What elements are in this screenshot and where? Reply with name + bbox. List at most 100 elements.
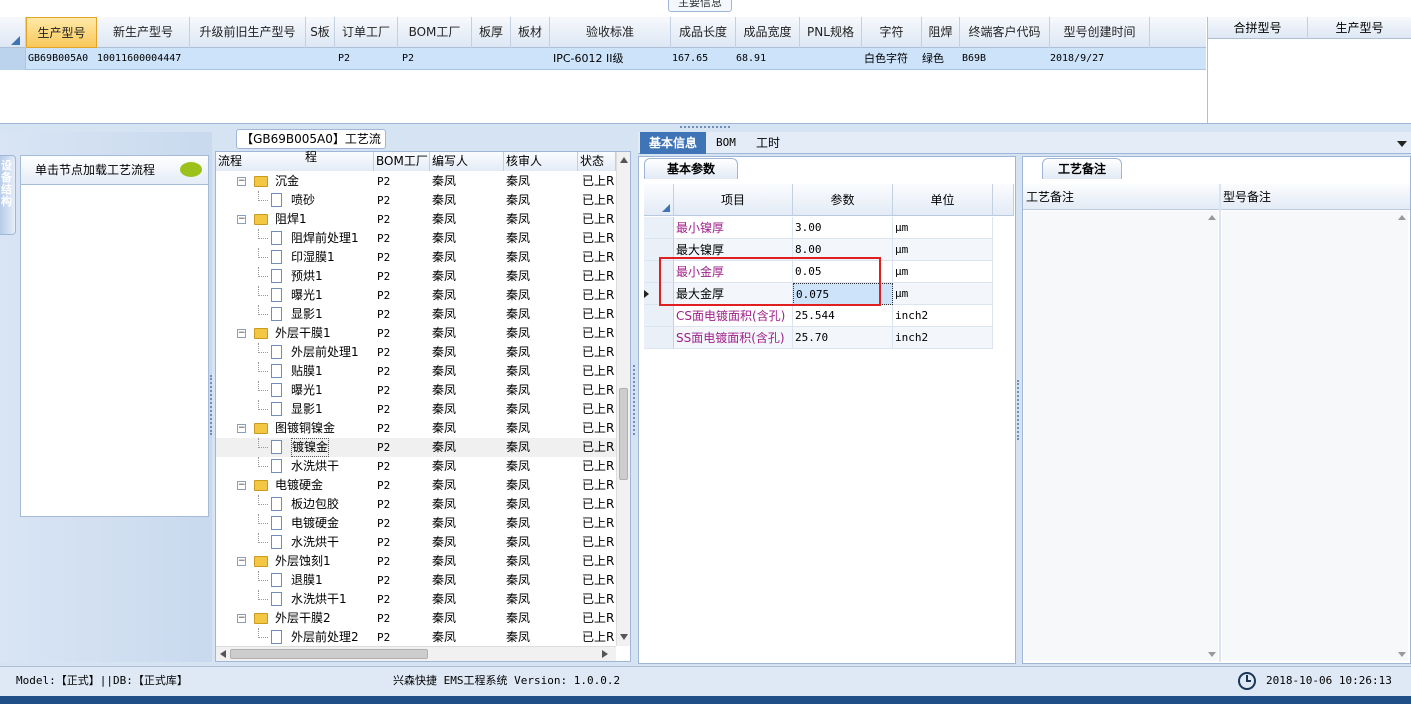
tree-horizontal-scrollbar[interactable] [216, 646, 616, 661]
param-row-selector[interactable] [644, 217, 674, 239]
top-row-cell[interactable]: P2 [402, 48, 414, 70]
collapse-node-icon[interactable]: − [237, 215, 246, 224]
top-row-cell[interactable]: 绿色 [922, 48, 944, 70]
flow-tree-row[interactable]: 水洗烘干 P2 秦凤 秦凤 已上R [216, 457, 616, 476]
param-value[interactable]: 25.70 [793, 327, 893, 349]
model-notes-column[interactable]: 型号备注 [1223, 184, 1403, 210]
top-row-cell[interactable]: GB69B005A0 [28, 48, 88, 70]
flow-tree-row[interactable]: 预烘1 P2 秦凤 秦凤 已上R [216, 267, 616, 286]
model-notes-scroll-down-icon[interactable] [1398, 652, 1406, 657]
top-row-cell[interactable]: 167.65 [672, 48, 708, 70]
top-col-header[interactable]: 新生产型号 [97, 17, 190, 48]
top-row-cell[interactable]: 白色字符 [864, 48, 908, 70]
top-col-header[interactable]: 验收标准 [550, 17, 671, 48]
collapse-node-icon[interactable]: − [237, 614, 246, 623]
process-notes-column[interactable]: 工艺备注 [1026, 184, 1216, 210]
collapse-node-icon[interactable]: − [237, 424, 246, 433]
subtab-basic-params[interactable]: 基本参数 [644, 158, 738, 179]
flow-tree-row[interactable]: 电镀硬金 P2 秦凤 秦凤 已上R [216, 514, 616, 533]
flow-tree-row[interactable]: − 图镀铜镍金 P2 秦凤 秦凤 已上R [216, 419, 616, 438]
top-col-header[interactable]: 板材 [511, 17, 550, 48]
notes-scroll-up-icon[interactable] [1208, 215, 1216, 220]
flow-tree-row[interactable]: 显影1 P2 秦凤 秦凤 已上R [216, 305, 616, 324]
flow-col-header[interactable]: 核审人 [504, 152, 578, 171]
top-col-header[interactable]: 成品宽度 [736, 17, 800, 48]
tab-bom[interactable]: BOM [716, 132, 736, 154]
production-model-column[interactable]: 生产型号 [1308, 17, 1411, 39]
top-col-header[interactable]: 终端客户代码 [960, 17, 1050, 48]
top-row-cell[interactable]: 10011600004447 [97, 48, 181, 70]
flow-col-header[interactable]: 状态 [578, 152, 616, 171]
flow-tree-row[interactable]: − 电镀硬金 P2 秦凤 秦凤 已上R [216, 476, 616, 495]
flow-tree-row[interactable]: − 外层干膜1 P2 秦凤 秦凤 已上R [216, 324, 616, 343]
flow-tree-row[interactable]: − 沉金 P2 秦凤 秦凤 已上R [216, 172, 616, 191]
top-col-header[interactable]: PNL规格 [800, 17, 862, 48]
flow-tree-row[interactable]: 外层前处理1 P2 秦凤 秦凤 已上R [216, 343, 616, 362]
model-notes-textarea[interactable] [1222, 211, 1408, 661]
flow-tree-row[interactable]: 外层前处理2 P2 秦凤 秦凤 已上R [216, 628, 616, 647]
param-value[interactable]: 25.544 [793, 305, 893, 327]
flow-tree-row[interactable]: − 外层蚀刻1 P2 秦凤 秦凤 已上R [216, 552, 616, 571]
scroll-down-arrow-icon[interactable] [620, 634, 628, 640]
tab-dropdown-arrow-icon[interactable] [1397, 141, 1407, 147]
collapse-right-handle[interactable] [1017, 380, 1021, 440]
top-row-cell[interactable]: IPC-6012 II级 [553, 48, 624, 70]
process-load-panel[interactable] [20, 155, 209, 517]
subtab-process-notes[interactable]: 工艺备注 [1042, 158, 1122, 179]
param-value[interactable]: 3.00 [793, 217, 893, 239]
flow-tree-row[interactable]: 水洗烘干 P2 秦凤 秦凤 已上R [216, 533, 616, 552]
flow-tree-row[interactable]: 曝光1 P2 秦凤 秦凤 已上R [216, 286, 616, 305]
scroll-up-arrow-icon[interactable] [620, 157, 628, 163]
collapse-node-icon[interactable]: − [237, 177, 246, 186]
flow-tree-row[interactable]: 阻焊前处理1 P2 秦凤 秦凤 已上R [216, 229, 616, 248]
collapse-node-icon[interactable]: − [237, 329, 246, 338]
top-col-header[interactable]: 生产型号 [26, 17, 97, 48]
tree-vertical-scrollbar[interactable] [616, 152, 630, 646]
flow-tree-row[interactable]: − 外层干膜2 P2 秦凤 秦凤 已上R [216, 609, 616, 628]
top-col-header[interactable]: S板 [306, 17, 335, 48]
top-row-cell[interactable]: B69B [962, 48, 986, 70]
tab-work-hours[interactable]: 工时 [756, 132, 780, 154]
flow-tree-row[interactable]: 喷砂 P2 秦凤 秦凤 已上R [216, 191, 616, 210]
flow-col-header[interactable]: 流程 [216, 152, 374, 171]
param-row-selector[interactable] [644, 327, 674, 349]
top-col-header[interactable]: 字符 [862, 17, 922, 48]
collapse-mid-handle[interactable] [633, 365, 637, 435]
main-info-tab[interactable]: 主要信息 [668, 0, 732, 12]
flow-tree-row[interactable]: 镀镍金 P2 秦凤 秦凤 已上R [216, 438, 616, 457]
top-col-header[interactable]: 阻焊 [922, 17, 960, 48]
top-row-cell[interactable]: P2 [338, 48, 350, 70]
process-notes-textarea[interactable] [1024, 211, 1218, 661]
param-value-header[interactable]: 参数 [793, 184, 893, 216]
top-col-header[interactable]: 订单工厂 [335, 17, 398, 48]
top-col-header[interactable]: 板厚 [472, 17, 511, 48]
top-col-header[interactable]: 型号创建时间 [1050, 17, 1150, 48]
top-row-cell[interactable]: 2018/9/27 [1050, 48, 1104, 70]
param-unit-header[interactable]: 单位 [893, 184, 993, 216]
top-col-header[interactable]: 成品长度 [671, 17, 736, 48]
merge-model-column[interactable]: 合拼型号 [1208, 17, 1308, 39]
row-selector[interactable] [0, 48, 26, 70]
tab-basic-info[interactable]: 基本信息 [640, 132, 706, 154]
model-notes-scroll-up-icon[interactable] [1398, 215, 1406, 220]
flow-tree-row[interactable]: − 阻焊1 P2 秦凤 秦凤 已上R [216, 210, 616, 229]
flow-tree-row[interactable]: 退膜1 P2 秦凤 秦凤 已上R [216, 571, 616, 590]
flow-tree-row[interactable]: 显影1 P2 秦凤 秦凤 已上R [216, 400, 616, 419]
collapse-left-handle[interactable] [210, 375, 214, 435]
top-col-header[interactable]: 升级前旧生产型号 [190, 17, 306, 48]
param-item-header[interactable]: 项目 [674, 184, 793, 216]
flow-col-header[interactable]: BOM工厂 [374, 152, 430, 171]
h-scroll-thumb[interactable] [230, 649, 428, 659]
notes-scroll-down-icon[interactable] [1208, 652, 1216, 657]
param-row-selector[interactable] [644, 305, 674, 327]
flow-tree-row[interactable]: 贴膜1 P2 秦凤 秦凤 已上R [216, 362, 616, 381]
flow-tree-row[interactable]: 印湿膜1 P2 秦凤 秦凤 已上R [216, 248, 616, 267]
scroll-left-arrow-icon[interactable] [220, 650, 226, 658]
top-row-cell[interactable]: 68.91 [736, 48, 766, 70]
collapse-node-icon[interactable]: − [237, 557, 246, 566]
collapse-node-icon[interactable]: − [237, 481, 246, 490]
top-col-header[interactable]: BOM工厂 [398, 17, 472, 48]
flow-tree-row[interactable]: 水洗烘干1 P2 秦凤 秦凤 已上R [216, 590, 616, 609]
scroll-thumb[interactable] [619, 388, 628, 480]
scroll-right-arrow-icon[interactable] [602, 650, 608, 658]
